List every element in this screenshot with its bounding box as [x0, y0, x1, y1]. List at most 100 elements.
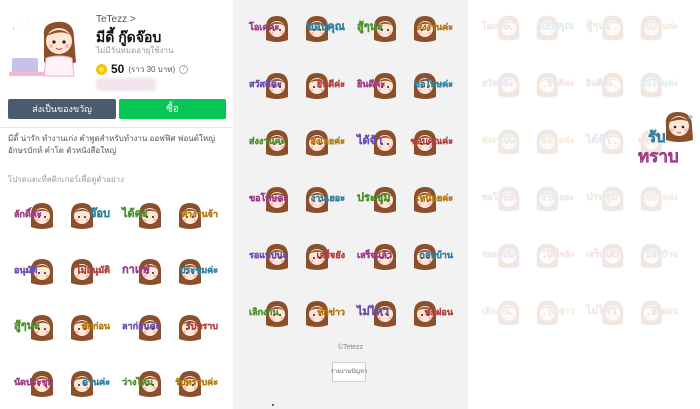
buy-button[interactable]: ซื้อ [119, 99, 226, 119]
scroll-dot [272, 404, 274, 406]
list-sticker-23[interactable]: ไม่ไหว [355, 291, 401, 337]
sticker-text: สู้ๆนะ [357, 20, 383, 34]
left-sticker-14[interactable]: ด่วนค่ะ [66, 361, 112, 407]
faded-sticker-8[interactable]: ขอโทษค่ะ [636, 63, 680, 107]
sticker-text: โอเคค่ะ [481, 20, 511, 31]
sticker-text: ได้จ้า [355, 133, 382, 147]
faded-sticker-23[interactable]: ไม่ไหว [584, 291, 628, 335]
sticker-text: ส่งเลยค่ะ [541, 135, 574, 145]
list-sticker-10[interactable]: ส่งเลยค่ะ [301, 120, 347, 166]
list-sticker-4[interactable]: ส่งงานค่ะ [409, 6, 455, 52]
list-sticker-24[interactable]: พักผ่อน [409, 291, 455, 337]
left-sticker-12[interactable]: รับทราบ [174, 305, 220, 351]
sticker-text: พักก่อน [82, 321, 111, 331]
list-sticker-19[interactable]: เสร็จแล้ว [355, 234, 401, 280]
faded-sticker-21[interactable]: เลิกงาน [480, 291, 524, 335]
faded-sticker-9[interactable]: ส่งงานค่ะ [480, 120, 524, 164]
sticker-text: รับทราบค่ะ [175, 377, 218, 387]
left-sticker-13[interactable]: นัดประชุม [12, 361, 58, 407]
price-row: 50 (ราว 30 บาท) ? [96, 62, 189, 76]
faded-sticker-10[interactable]: ส่งเลยค่ะ [532, 120, 576, 164]
faded-sticker-20[interactable]: กลับบ้าน [636, 234, 680, 278]
sticker-text: สวัสดีค่ะ [482, 78, 514, 88]
list-sticker-17[interactable]: รอแปปนะ [247, 234, 293, 280]
list-sticker-8[interactable]: ขอโทษค่ะ [409, 63, 455, 109]
info-icon[interactable]: ? [179, 64, 189, 74]
sticker-text: ขอโทษค่ะ [249, 192, 288, 203]
faded-sticker-13[interactable]: ขอโทษค่ะ [480, 177, 524, 221]
faded-sticker-15[interactable]: ประชุม [584, 177, 628, 221]
faded-sticker-2[interactable]: ขอบคุณ [532, 6, 576, 50]
list-sticker-1[interactable]: โอเคค่ะ [247, 6, 293, 52]
left-sticker-4[interactable]: ทำงานจ้า [174, 193, 220, 239]
author-link[interactable]: TeTezz > [96, 14, 136, 25]
left-sticker-16[interactable]: รับทราบค่ะ [174, 361, 220, 407]
sticker-text: สวัสดีค่ะ [249, 79, 282, 89]
faded-sticker-16[interactable]: เหนื่อยค่ะ [636, 177, 680, 221]
faded-sticker-1[interactable]: โอเคค่ะ [480, 6, 524, 50]
sticker-text: ไม่ไหว [355, 304, 389, 318]
sticker-text: เสร็จยัง [547, 247, 574, 259]
faded-sticker-19[interactable]: เสร็จแล้ว [584, 234, 628, 278]
sticker-full-list: โอเคค่ะ ขอบคุณ สู้ๆนะ ส่งงานค่ะ สวัสดีค่ะ ยิน… [233, 0, 468, 409]
list-sticker-3[interactable]: สู้ๆนะ [355, 6, 401, 52]
sticker-text: ลาก่อนค่ะ [122, 321, 161, 331]
sticker-text: ส่งเลยค่ะ [310, 136, 345, 146]
list-sticker-2[interactable]: ขอบคุณ [301, 6, 347, 52]
report-label-2: ปัญหา [351, 368, 368, 375]
list-sticker-12[interactable]: ขอบคุณค่ะ [409, 120, 455, 166]
sticker-text: สู้ๆนะ [586, 19, 611, 33]
send-gift-button[interactable]: ส่งเป็นของขวัญ [8, 99, 116, 119]
list-sticker-18[interactable]: เสร็จยัง [301, 234, 347, 280]
faded-sticker-24[interactable]: พักผ่อน [636, 291, 680, 335]
list-sticker-20[interactable]: กลับบ้าน [409, 234, 455, 280]
list-sticker-21[interactable]: เลิกงาน [247, 291, 293, 337]
faded-sticker-3[interactable]: สู้ๆนะ [584, 6, 628, 50]
list-sticker-11[interactable]: ได้จ้า [355, 120, 401, 166]
sticker-text: อนุมัติ [14, 265, 37, 276]
sticker-text: กาแฟ [122, 263, 150, 276]
faded-sticker-18[interactable]: เสร็จยัง [532, 234, 576, 278]
sticker-text: ทักข่าว [548, 306, 575, 316]
left-sticker-15[interactable]: ว่างไหม [120, 361, 166, 407]
left-sticker-2[interactable]: จ๊อบ [66, 193, 112, 239]
left-sticker-9[interactable]: สู้ๆนะ [12, 305, 58, 351]
list-sticker-6[interactable]: ยินดีค่ะ [301, 63, 347, 109]
list-sticker-13[interactable]: ขอโทษค่ะ [247, 177, 293, 223]
faded-sticker-6[interactable]: ยินดีค่ะ [532, 63, 576, 107]
left-sticker-5[interactable]: อนุมัติ [12, 249, 58, 295]
left-sticker-10[interactable]: พักก่อน [66, 305, 112, 351]
list-sticker-16[interactable]: เหนื่อยค่ะ [409, 177, 455, 223]
faded-sticker-11[interactable]: ได้จ้า [584, 120, 628, 164]
sticker-text: ขอโทษค่ะ [414, 78, 453, 89]
faded-sticker-22[interactable]: ทักข่าว [532, 291, 576, 335]
selected-sticker-preview[interactable]: ✦ รับ ทราบ [636, 106, 698, 168]
left-sticker-3[interactable]: ได้ค่ะ [120, 193, 166, 239]
report-button[interactable]: รายงาน ปัญหา [331, 362, 368, 382]
sticker-text: พักผ่อน [425, 307, 454, 317]
faded-sticker-7[interactable]: ยินดีค่ะ [584, 63, 628, 107]
sticker-text: ว่างไหม [122, 376, 153, 387]
list-sticker-14[interactable]: งานเยอะ [301, 177, 347, 223]
faded-sticker-4[interactable]: ส่งงานค่ะ [636, 6, 680, 50]
sticker-text: นัดประชุม [14, 377, 53, 388]
left-sticker-1[interactable]: ลักดิ์ค่ะ [12, 193, 58, 239]
left-sticker-8[interactable]: ประชุมค่ะ [174, 249, 220, 295]
faded-sticker-14[interactable]: งานเยอะ [532, 177, 576, 221]
left-sticker-11[interactable]: ลาก่อนค่ะ [120, 305, 166, 351]
list-sticker-5[interactable]: สวัสดีค่ะ [247, 63, 293, 109]
left-sticker-6[interactable]: ไม่อนุมัติ [66, 249, 112, 295]
left-sticker-7[interactable]: กาแฟ [120, 249, 166, 295]
sticker-text: เลิกงาน [482, 306, 510, 316]
sticker-text: ได้จ้า [585, 133, 610, 146]
list-sticker-22[interactable]: ทักข่าว [301, 291, 347, 337]
sticker-text: ไม่อนุมัติ [75, 264, 110, 276]
sticker-text: กลับบ้าน [646, 249, 678, 259]
sticker-text: เหนื่อยค่ะ [416, 191, 453, 203]
faded-sticker-17[interactable]: รอแปปนะ [480, 234, 524, 278]
faded-sticker-5[interactable]: สวัสดีค่ะ [480, 63, 524, 107]
list-sticker-7[interactable]: ยินดีค่ะ [355, 63, 401, 109]
list-sticker-9[interactable]: ส่งงานค่ะ [247, 120, 293, 166]
list-sticker-15[interactable]: ประชุม [355, 177, 401, 223]
preview-hint: โปรดแตะที่สติกเกอร์เพื่อดูตัวอย่าง [8, 175, 124, 184]
